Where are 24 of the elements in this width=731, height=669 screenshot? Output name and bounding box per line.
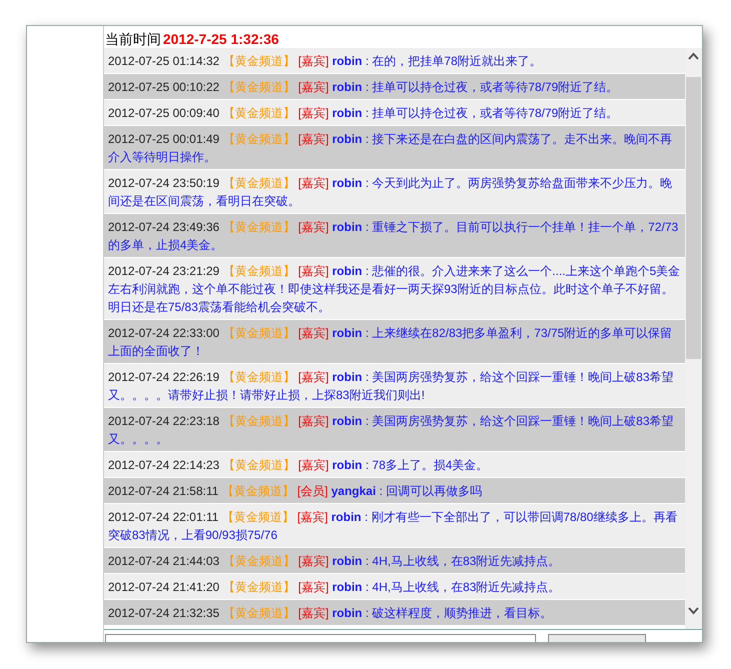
message: 2012-07-25 01:14:32 【黄金频道】 [嘉宾] robin : 在的，把挂单78附近就出来了。: [108, 53, 542, 70]
message: 2012-07-24 23:50:19 【黄金频道】 [嘉宾] robin : 今天到此为止了。两房强势复苏给盘面带来不少压力。晚间还是在区间震荡，看明日在突破。: [108, 175, 674, 210]
message: 2012-07-25 00:01:49 【黄金频道】 [嘉宾] robin : 接下来还是在白盘的区间内震荡了。走不出来。晚间不再介入等待明日操作。: [108, 131, 674, 166]
message: 2012-07-24 22:01:11 【黄金频道】 [嘉宾] robin : 刚才有些一下全部出了，可以带回调78/80继续多上。再看突破83情况，上看90/93损75/76: [108, 509, 678, 544]
scroll-thumb[interactable]: [686, 77, 701, 359]
current-time: 2012-7-25 1:32:36: [163, 30, 279, 48]
scroll-up-icon[interactable]: [688, 52, 699, 60]
scrollbar[interactable]: [685, 48, 702, 629]
scroll-down-icon[interactable]: [688, 607, 699, 615]
message: 2012-07-24 22:14:23 【黄金频道】 [嘉宾] robin : 78多上了。损4美金。: [108, 457, 490, 474]
time-label: 当前时间: [105, 30, 161, 48]
message: 2012-07-24 22:33:00 【黄金频道】 [嘉宾] robin : 上来继续在82/83把多单盈利，73/75附近的多单可以保留上面的全面收了！: [108, 325, 674, 360]
send-button[interactable]: [548, 634, 646, 642]
message: 2012-07-25 00:10:22 【黄金频道】 [嘉宾] robin : 挂单可以持仓过夜，或者等待78/79附近了结。: [108, 79, 620, 96]
message: 2012-07-24 21:32:35 【黄金频道】 [嘉宾] robin : 破这样程度，顺势推进，看目标。: [108, 605, 554, 622]
message: 2012-07-25 00:09:40 【黄金频道】 [嘉宾] robin : 挂单可以持仓过夜，或者等待78/79附近了结。: [108, 105, 620, 122]
message: 2012-07-24 22:23:18 【黄金频道】 [嘉宾] robin : 美国两房强势复苏，给这个回踩一重锤！晚间上破83希望又。。。。: [108, 413, 674, 448]
message: 2012-07-24 21:58:11 【黄金频道】 [会员] yangkai : 回调可以再做多吗: [108, 483, 483, 500]
message: 2012-07-24 23:49:36 【黄金频道】 [嘉宾] robin : 重锤之下损了。目前可以执行一个挂单！挂一个单，72/73的多单，止损4美金。: [108, 219, 680, 254]
message: 2012-07-24 22:26:19 【黄金频道】 [嘉宾] robin : 美国两房强势复苏，给这个回踩一重锤！晚间上破83希望又。。。。请带好止损！请带好止损，上探83附近我们则出!: [108, 369, 674, 404]
message-input[interactable]: [105, 634, 536, 642]
message: 2012-07-24 21:44:03 【黄金频道】 [嘉宾] robin : 4H,马上收线，在83附近先减持点。: [108, 553, 562, 570]
message: 2012-07-24 23:21:29 【黄金频道】 [嘉宾] robin : 悲催的很。介入进来来了这么一个....上来这个单跑个5美金左右利润就跑，这个单不能过夜！即使这样我还是看好一两天探93附近的目标点位。此时这个单子不好留。明日还是在75/83震荡看能给机会突破不。: [108, 263, 681, 316]
message: 2012-07-24 21:41:20 【黄金频道】 [嘉宾] robin : 4H,马上收线，在83附近先减持点。: [108, 579, 562, 596]
